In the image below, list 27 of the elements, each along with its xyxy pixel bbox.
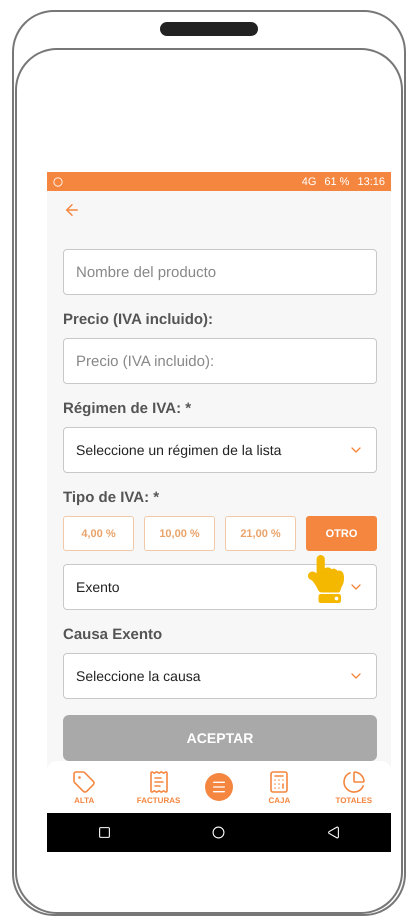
back-icon[interactable] <box>327 826 340 840</box>
vat-rate-button[interactable]: 21,00 % <box>225 516 296 552</box>
regimen-dropdown[interactable]: Seleccione un régimen de la lista <box>63 427 377 474</box>
nav-item[interactable]: CAJA <box>251 770 308 805</box>
pie-chart-icon <box>342 770 366 794</box>
nav-item[interactable]: TOTALES <box>326 770 382 805</box>
cause-dropdown[interactable]: Seleccione la causa <box>63 653 377 700</box>
menu-button[interactable] <box>204 773 233 802</box>
field-label: Tipo de IVA: * <box>63 489 160 506</box>
menu-icon <box>210 779 227 796</box>
vat-rate-button[interactable]: 4,00 % <box>63 516 134 552</box>
recents-icon[interactable] <box>98 826 111 840</box>
product-name-field[interactable]: Nombre del producto <box>63 249 377 296</box>
nav-item[interactable]: ALTA <box>56 770 112 805</box>
clock: 13:16 <box>357 176 385 188</box>
field-label: Régimen de IVA: * <box>63 400 192 418</box>
vat-rate-button[interactable]: 10,00 % <box>144 516 215 552</box>
field-label: Causa Exento <box>63 626 164 644</box>
nav-item[interactable]: FACTURAS <box>130 770 187 805</box>
vat-rate-button[interactable]: OTRO <box>306 516 377 552</box>
network-label: 4G <box>302 176 316 188</box>
home-icon[interactable] <box>212 826 226 840</box>
tag-icon <box>72 770 96 794</box>
vat-type-dropdown[interactable]: Exento <box>63 564 377 610</box>
battery-percent: 61 % <box>324 176 350 188</box>
price-field[interactable]: Precio (IVA incluido): <box>63 338 377 384</box>
field-label: Precio (IVA incluido): <box>63 311 214 328</box>
